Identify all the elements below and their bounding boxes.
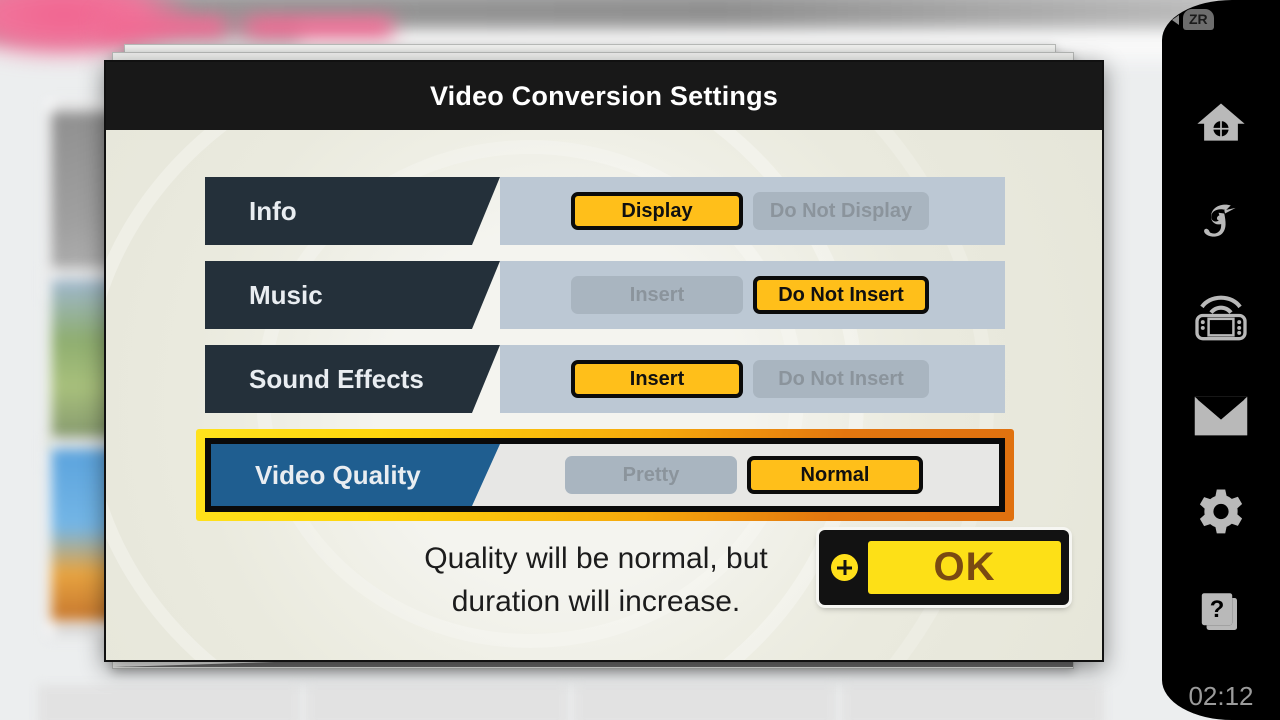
setting-row-video-quality[interactable]: Video Quality Pretty Normal xyxy=(196,429,1014,521)
setting-label-video-quality: Video Quality xyxy=(211,444,500,506)
page-title: Video Conversion Settings xyxy=(429,80,779,111)
description-line-2: duration will increase. xyxy=(451,584,741,618)
description-text: Quality will be normal, but duration wil… xyxy=(286,538,906,623)
background-thumbnail xyxy=(842,685,1104,720)
help-icon[interactable]: ? xyxy=(1191,584,1251,644)
game-news-icon[interactable] xyxy=(1191,190,1251,250)
home-icon[interactable] xyxy=(1191,92,1251,152)
news-envelope-icon-glyph xyxy=(1194,396,1248,436)
setting-row-info[interactable]: Info Display Do Not Display xyxy=(205,177,1005,245)
option-button-insert[interactable]: Insert xyxy=(571,276,743,314)
option-button-normal[interactable]: Normal xyxy=(747,456,923,494)
left-arrow-icon xyxy=(1172,14,1179,25)
news-envelope-icon[interactable] xyxy=(1191,386,1251,446)
plus-button-icon xyxy=(831,554,858,581)
settings-gear-icon[interactable] xyxy=(1191,484,1251,544)
option-button-do-not-insert[interactable]: Do Not Insert xyxy=(753,276,929,314)
option-button-do-not-insert[interactable]: Do Not Insert xyxy=(753,360,929,398)
video-conversion-settings-dialog: Video Conversion Settings Info Display D… xyxy=(104,60,1104,662)
help-icon-glyph: ? xyxy=(1201,593,1237,630)
home-icon-glyph xyxy=(1197,103,1245,141)
setting-row-sound-effects[interactable]: Sound Effects Insert Do Not Insert xyxy=(205,345,1005,413)
option-track: Display Do Not Display xyxy=(500,177,1005,245)
system-clock: 02:12 xyxy=(1188,681,1254,711)
settings-row-list: Info Display Do Not Display Music Insert… xyxy=(196,177,1014,521)
zr-button-label: ZR xyxy=(1183,9,1214,30)
description-line-1: Quality will be normal, but xyxy=(424,542,768,575)
option-button-pretty[interactable]: Pretty xyxy=(565,456,737,494)
option-button-display[interactable]: Display xyxy=(571,192,743,230)
setting-label-info: Info xyxy=(205,177,500,245)
option-track: Pretty Normal xyxy=(500,444,999,506)
controllers-icon[interactable] xyxy=(1191,288,1251,348)
dialog-footer: Quality will be normal, but duration wil… xyxy=(106,530,1102,650)
controllers-icon-glyph xyxy=(1195,295,1247,341)
dialog-body: Info Display Do Not Display Music Insert… xyxy=(106,130,1102,660)
ok-button-label: OK xyxy=(933,545,996,589)
setting-label-music: Music xyxy=(205,261,500,329)
ok-button[interactable]: OK xyxy=(819,530,1069,605)
dialog-header: Video Conversion Settings xyxy=(106,62,1102,130)
zr-shoulder-tab[interactable]: ZR xyxy=(1172,9,1214,30)
ok-button-plate: OK xyxy=(868,541,1061,594)
game-news-icon-glyph xyxy=(1204,204,1236,237)
svg-text:?: ? xyxy=(1210,596,1225,623)
background-thumbnail xyxy=(574,685,836,720)
option-track: Insert Do Not Insert xyxy=(500,345,1005,413)
switch-screen: Video Conversion Settings Info Display D… xyxy=(0,0,1280,720)
background-thumbnail xyxy=(38,685,300,720)
settings-gear-icon-glyph xyxy=(1199,489,1243,534)
background-thumbnail xyxy=(306,685,568,720)
system-sidebar: ZR ? 02:12 xyxy=(1162,0,1280,720)
background-pink-title xyxy=(100,16,400,38)
option-button-insert[interactable]: Insert xyxy=(571,360,743,398)
setting-label-sound-effects: Sound Effects xyxy=(205,345,500,413)
setting-row-music[interactable]: Music Insert Do Not Insert xyxy=(205,261,1005,329)
option-button-do-not-display[interactable]: Do Not Display xyxy=(753,192,929,230)
focus-highlight-frame: Video Quality Pretty Normal xyxy=(205,438,1005,512)
option-track: Insert Do Not Insert xyxy=(500,261,1005,329)
